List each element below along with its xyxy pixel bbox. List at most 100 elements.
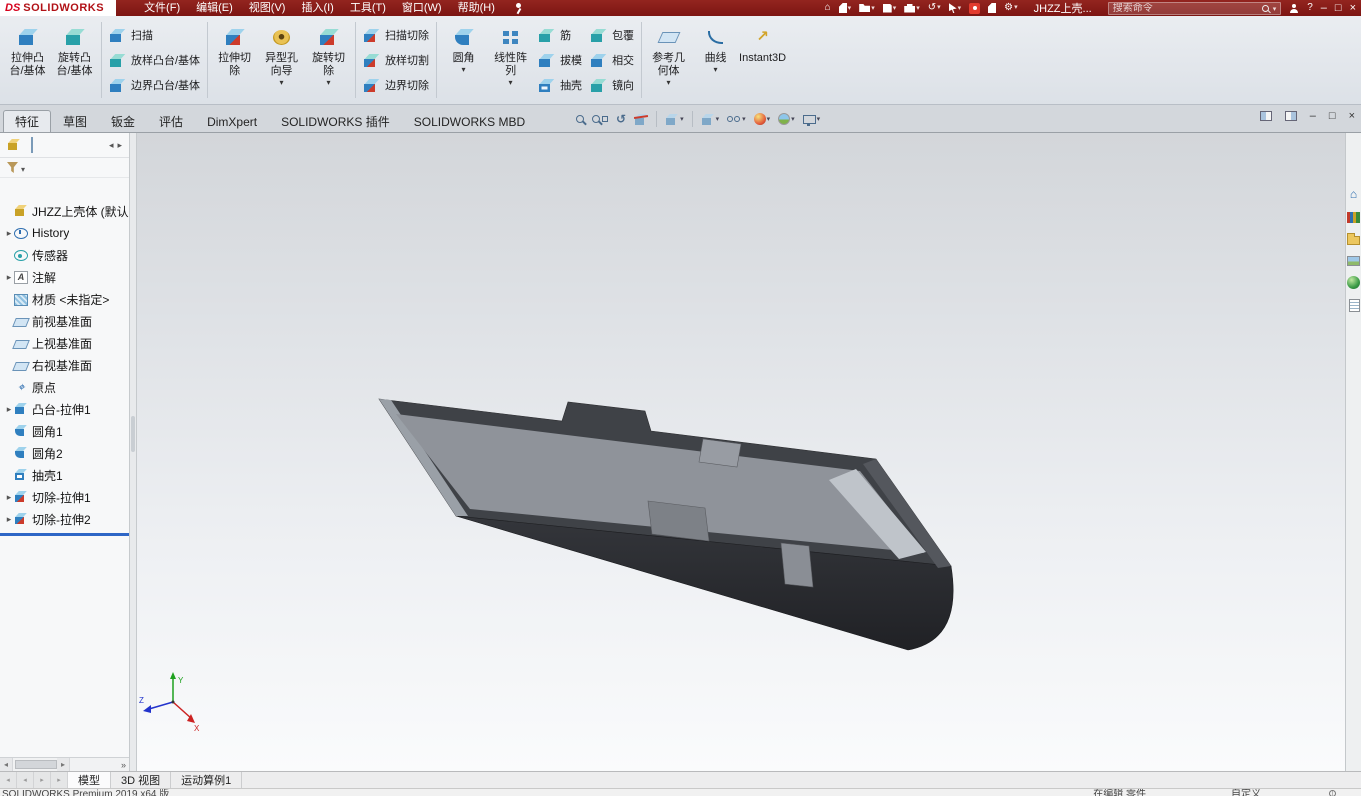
minimize-icon[interactable]: – — [1321, 0, 1327, 16]
tab-motion-study[interactable]: 运动算例1 — [171, 772, 243, 788]
split-pane-right-icon[interactable] — [1284, 111, 1297, 121]
help-icon[interactable]: ? — [1307, 0, 1313, 16]
tab-mbd[interactable]: SOLIDWORKS MBD — [402, 110, 537, 132]
tree-item-material[interactable]: 材质 <未指定> — [0, 288, 129, 310]
tab-addins[interactable]: SOLIDWORKS 插件 — [269, 110, 402, 132]
apply-scene-icon[interactable] — [778, 113, 795, 125]
tree-item-fillet1[interactable]: 圆角1 — [0, 420, 129, 442]
search-magnifier-icon[interactable] — [1261, 4, 1269, 12]
panel-overflow-icon[interactable]: » — [121, 760, 129, 770]
graphics-viewport[interactable]: Y X Z — [137, 133, 1345, 771]
instant3d-button[interactable]: ↗ Instant3D — [739, 18, 786, 102]
tab-scroll-next-icon[interactable] — [34, 772, 51, 788]
user-account-icon[interactable] — [1289, 3, 1299, 13]
new-document-icon[interactable] — [838, 3, 852, 13]
shell-button[interactable]: 抽壳 — [538, 74, 582, 96]
globe-icon[interactable] — [1329, 790, 1336, 796]
revolved-cut-button[interactable]: 旋转切 除 — [305, 18, 352, 102]
scroll-thumb[interactable] — [15, 760, 57, 769]
scroll-left-icon[interactable]: ◂ — [0, 758, 13, 771]
tab-evaluate[interactable]: 评估 — [147, 110, 195, 132]
print-icon[interactable] — [904, 3, 920, 13]
menu-help[interactable]: 帮助(H) — [450, 0, 503, 16]
menu-file[interactable]: 文件(F) — [136, 0, 188, 16]
tree-item-top-plane[interactable]: 上视基准面 — [0, 332, 129, 354]
display-style-icon[interactable] — [701, 113, 720, 126]
save-icon[interactable] — [882, 3, 897, 13]
tab-features[interactable]: 特征 — [3, 110, 52, 132]
expand-arrow[interactable] — [4, 514, 14, 525]
doc-minimize-icon[interactable]: – — [1310, 110, 1316, 122]
tree-item-fillet2[interactable]: 圆角2 — [0, 442, 129, 464]
draft-button[interactable]: 拔模 — [538, 49, 582, 71]
tab-scroll-first-icon[interactable] — [0, 772, 17, 788]
expand-arrow[interactable] — [4, 228, 14, 239]
panel-horizontal-scrollbar[interactable]: ◂ ▸ » — [0, 757, 129, 771]
configurationmanager-tab[interactable] — [31, 137, 33, 153]
tree-item-cut-extrude2[interactable]: 切除-拉伸2 — [0, 508, 129, 530]
undo-icon[interactable]: ↺ — [928, 0, 941, 16]
tab-3d-views[interactable]: 3D 视图 — [111, 772, 172, 788]
doc-close-icon[interactable]: × — [1349, 110, 1355, 122]
expand-arrow[interactable] — [4, 492, 14, 503]
panel-splitter[interactable] — [130, 133, 137, 771]
previous-view-icon[interactable]: ↺ — [616, 112, 626, 126]
lofted-cut-button[interactable]: 放样切割 — [363, 49, 429, 71]
viewport-canvas[interactable]: Y X Z — [137, 133, 1345, 771]
linear-pattern-button[interactable]: 线性阵 列 — [487, 18, 534, 102]
filter-funnel-icon[interactable] — [7, 162, 18, 173]
zoom-fit-icon[interactable] — [576, 115, 584, 123]
tab-sketch[interactable]: 草图 — [51, 110, 99, 132]
open-icon[interactable] — [859, 4, 875, 12]
pin-menu-icon[interactable] — [513, 2, 523, 14]
section-view-icon[interactable] — [633, 113, 649, 126]
doc-restore-icon[interactable]: □ — [1329, 110, 1336, 122]
tree-item-boss-extrude1[interactable]: 凸台-拉伸1 — [0, 398, 129, 420]
extruded-cut-button[interactable]: 拉伸切 除 — [211, 18, 258, 102]
extruded-boss-button[interactable]: 拉伸凸 台/基体 — [4, 18, 51, 102]
mirror-button[interactable]: 镜向 — [590, 74, 634, 96]
menu-window[interactable]: 窗口(W) — [394, 0, 450, 16]
menu-edit[interactable]: 编辑(E) — [188, 0, 241, 16]
filter-caret-icon[interactable] — [21, 161, 25, 175]
tree-item-front-plane[interactable]: 前视基准面 — [0, 310, 129, 332]
sheet-icon[interactable] — [988, 3, 997, 13]
custom-properties-icon[interactable] — [1348, 299, 1360, 312]
fillet-button[interactable]: 圆角 — [440, 18, 487, 102]
edit-appearance-icon[interactable] — [753, 113, 771, 125]
swept-cut-button[interactable]: 扫描切除 — [363, 24, 429, 46]
rib-button[interactable]: 筋 — [538, 24, 582, 46]
tree-root-part[interactable]: JHZZ上壳体 (默认<< — [0, 200, 129, 222]
lofted-boss-button[interactable]: 放样凸台/基体 — [109, 49, 200, 71]
tab-dimxpert[interactable]: DimXpert — [195, 110, 269, 132]
tree-item-sensors[interactable]: 传感器 — [0, 244, 129, 266]
resources-icon[interactable]: ⌂ — [1347, 188, 1360, 201]
select-cursor-icon[interactable] — [948, 3, 962, 13]
swept-boss-button[interactable]: 扫描 — [109, 24, 200, 46]
panel-tab-right-icon[interactable]: ▸ — [117, 140, 122, 151]
options-gear-icon[interactable]: ⚙ — [1004, 0, 1017, 16]
intersect-button[interactable]: 相交 — [590, 49, 634, 71]
tree-item-shell1[interactable]: 抽壳1 — [0, 464, 129, 486]
search-dropdown-icon[interactable] — [1273, 2, 1277, 14]
tree-item-cut-extrude1[interactable]: 切除-拉伸1 — [0, 486, 129, 508]
hole-wizard-button[interactable]: 异型孔 向导 — [258, 18, 305, 102]
search-box[interactable] — [1107, 1, 1282, 15]
expand-arrow[interactable] — [4, 272, 14, 283]
expand-arrow[interactable] — [4, 404, 14, 415]
split-pane-left-icon[interactable] — [1259, 111, 1272, 121]
tree-item-history[interactable]: History — [0, 222, 129, 244]
wrap-button[interactable]: 包覆 — [590, 24, 634, 46]
part-body[interactable] — [378, 398, 954, 651]
menu-tools[interactable]: 工具(T) — [342, 0, 394, 16]
tab-scroll-last-icon[interactable] — [51, 772, 68, 788]
search-input[interactable] — [1112, 2, 1258, 14]
tab-sheet-metal[interactable]: 钣金 — [99, 110, 147, 132]
design-library-icon[interactable] — [1347, 212, 1360, 223]
tree-item-right-plane[interactable]: 右视基准面 — [0, 354, 129, 376]
rollback-bar[interactable] — [0, 533, 129, 536]
boundary-boss-button[interactable]: 边界凸台/基体 — [109, 74, 200, 96]
featuremanager-tab[interactable] — [7, 138, 11, 152]
scroll-right-icon[interactable]: ▸ — [57, 758, 70, 771]
appearances-icon[interactable] — [1347, 276, 1360, 289]
